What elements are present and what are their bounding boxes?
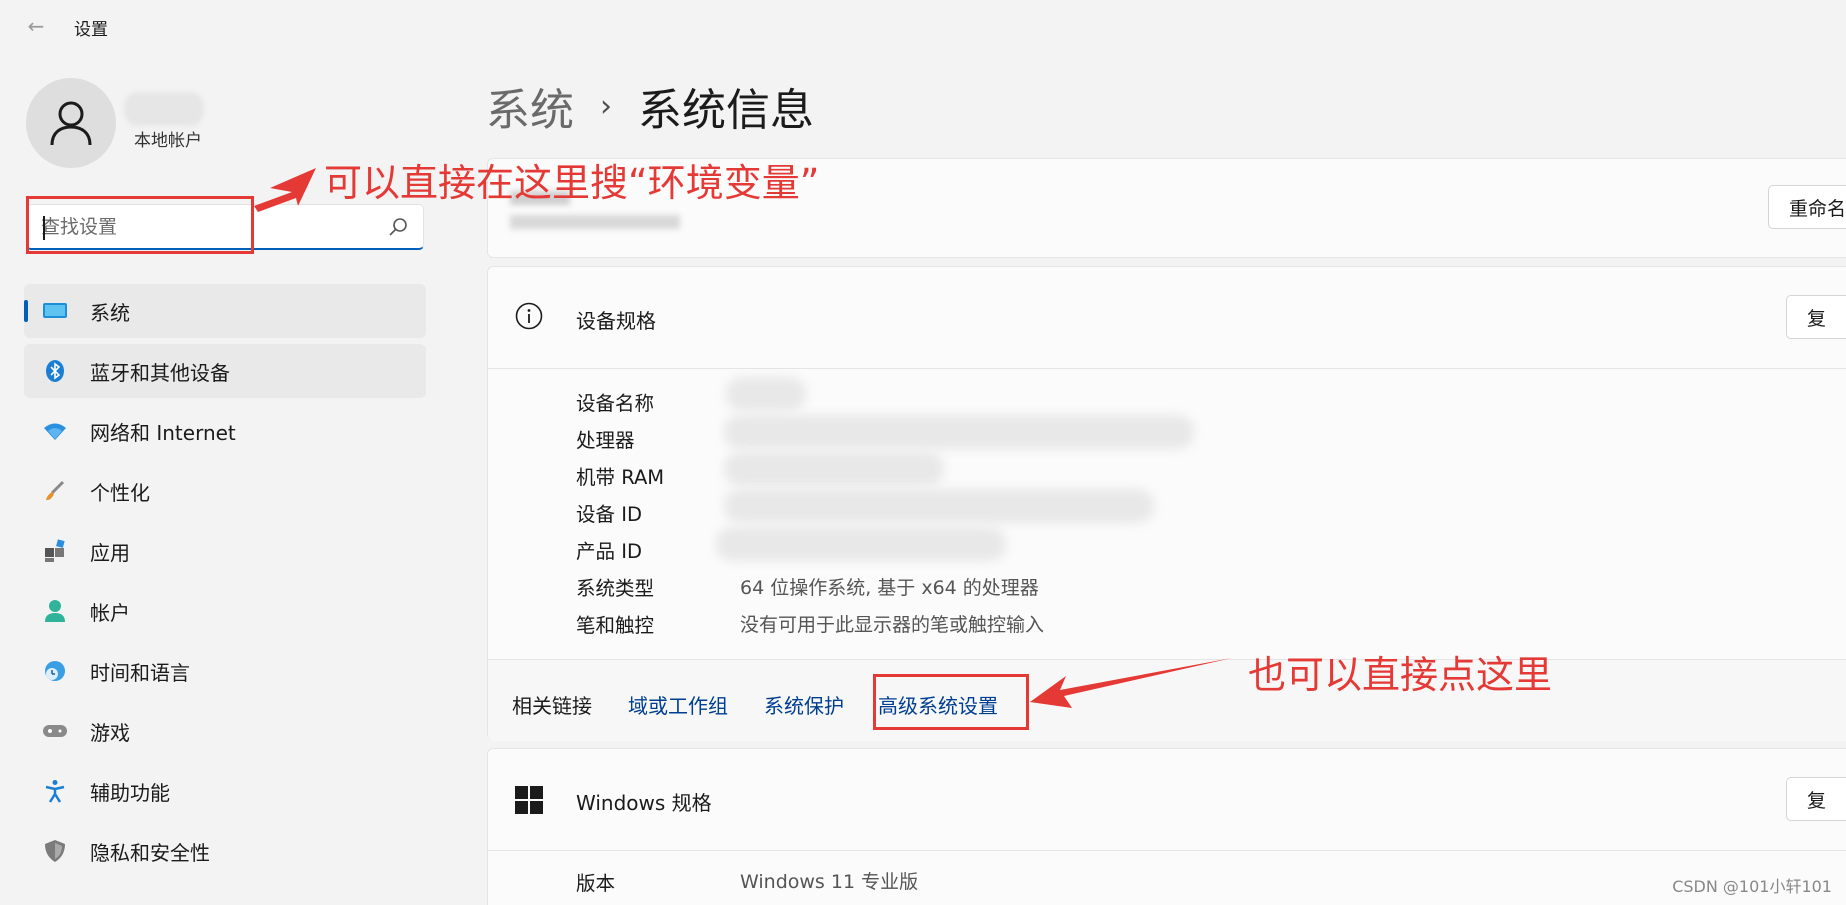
sidebar-item-label: 辅助功能: [90, 780, 170, 805]
spec-value: Windows 11 专业版: [740, 871, 919, 893]
spec-label: 笔和触控: [576, 614, 655, 637]
sidebar-item-accessibility[interactable]: 辅助功能: [24, 764, 426, 818]
spec-row: 机带 RAM: [576, 457, 1044, 494]
person-icon: [42, 599, 68, 623]
account-type: 本地帐户: [134, 131, 202, 151]
spec-value: 没有可用于此显示器的笔或触控输入: [740, 614, 1045, 636]
sidebar-item-system[interactable]: 系统: [24, 284, 426, 338]
windows-spec-header[interactable]: Windows 规格 复: [488, 749, 1846, 851]
title-bar: ← 设置: [0, 0, 1846, 52]
person-avatar-icon: [50, 101, 92, 146]
sidebar-item-personalization[interactable]: 个性化: [24, 464, 426, 518]
sidebar-item-gaming[interactable]: 游戏: [24, 704, 426, 758]
windows-spec-card: Windows 规格 复 版本 Windows 11 专业版: [487, 748, 1846, 905]
spec-label: 产品 ID: [576, 540, 642, 563]
info-icon: [515, 302, 543, 330]
spec-label: 设备名称: [576, 392, 655, 415]
spec-label: 设备 ID: [576, 503, 642, 526]
sidebar-item-label: 应用: [90, 540, 130, 565]
windows-spec-title: Windows 规格: [576, 791, 712, 815]
sidebar-item-label: 网络和 Internet: [90, 420, 236, 445]
spec-row: 版本 Windows 11 专业版: [576, 867, 918, 896]
spec-row: 系统类型 64 位操作系统, 基于 x64 的处理器: [576, 568, 1044, 605]
user-name-redacted: [124, 92, 204, 126]
sidebar-item-time-language[interactable]: 时间和语言: [24, 644, 426, 698]
link-system-protection[interactable]: 系统保护: [764, 690, 844, 719]
monitor-icon: [42, 299, 68, 323]
watermark: CSDN @101小轩101: [1672, 877, 1832, 896]
sidebar-item-label: 时间和语言: [90, 660, 190, 685]
spec-row: 处理器: [576, 420, 1044, 457]
back-button[interactable]: ←: [20, 12, 52, 40]
avatar[interactable]: [26, 78, 116, 168]
spec-row: 设备 ID: [576, 494, 1044, 531]
annotation-box-advanced-link: [873, 674, 1029, 730]
sidebar-item-label: 帐户: [90, 600, 130, 625]
breadcrumb-parent[interactable]: 系统: [486, 74, 574, 138]
link-domain-workgroup[interactable]: 域或工作组: [628, 690, 728, 719]
device-spec-card: 设备规格 复 设备名称 处理器 机带 RAM 设备 ID 产品 ID 系统类型 6…: [487, 266, 1846, 741]
spec-row: 笔和触控 没有可用于此显示器的笔或触控输入: [576, 605, 1044, 642]
copy-button[interactable]: 复: [1786, 295, 1846, 339]
sidebar-item-label: 隐私和安全性: [90, 840, 210, 865]
annotation-link-hint: 也可以直接点这里: [1248, 653, 1553, 697]
bluetooth-icon: [42, 359, 68, 383]
spec-label: 处理器: [576, 429, 635, 452]
annotation-box-search: [26, 196, 254, 254]
gamepad-icon: [42, 719, 68, 743]
app-title: 设置: [74, 20, 108, 40]
related-links-label: 相关链接: [512, 694, 592, 718]
device-spec-title: 设备规格: [576, 309, 656, 333]
globe-clock-icon: [42, 659, 68, 683]
accessibility-icon: [42, 779, 68, 803]
brush-icon: [42, 479, 68, 503]
sidebar-item-label: 系统: [90, 300, 130, 325]
windows-logo-icon: [515, 786, 543, 814]
spec-label: 机带 RAM: [576, 466, 665, 489]
sidebar-nav: 系统 蓝牙和其他设备 网络和 Internet 个性化 应用 帐户 时间和语言 …: [24, 284, 426, 884]
spec-value: 64 位操作系统, 基于 x64 的处理器: [740, 577, 1039, 599]
sidebar-item-apps[interactable]: 应用: [24, 524, 426, 578]
copy-button[interactable]: 复: [1786, 777, 1846, 821]
wifi-icon: [42, 419, 68, 443]
search-icon[interactable]: [387, 216, 409, 238]
spec-row: 设备名称: [576, 383, 1044, 420]
sidebar-item-accounts[interactable]: 帐户: [24, 584, 426, 638]
rename-button[interactable]: 重命名: [1768, 185, 1846, 229]
sidebar-item-network[interactable]: 网络和 Internet: [24, 404, 426, 458]
sidebar-item-label: 游戏: [90, 720, 130, 745]
apps-icon: [42, 539, 68, 563]
page-title: 系统信息: [638, 85, 814, 136]
shield-icon: [42, 839, 68, 863]
device-spec-list: 设备名称 处理器 机带 RAM 设备 ID 产品 ID 系统类型 64 位操作系统…: [576, 383, 1044, 642]
device-spec-header[interactable]: 设备规格 复: [488, 267, 1846, 369]
annotation-search-hint: 可以直接在这里搜“环境变量”: [324, 161, 820, 205]
back-arrow-icon: ←: [27, 14, 45, 38]
spec-label: 系统类型: [576, 577, 655, 600]
breadcrumb: 系统 › 系统信息: [486, 74, 814, 138]
sidebar-item-label: 蓝牙和其他设备: [90, 360, 230, 385]
spec-label: 版本: [576, 872, 616, 895]
breadcrumb-separator: ›: [600, 88, 612, 124]
sidebar-item-bluetooth[interactable]: 蓝牙和其他设备: [24, 344, 426, 398]
related-links-bar: 相关链接 域或工作组 系统保护 高级系统设置: [488, 659, 1846, 741]
sidebar-item-label: 个性化: [90, 480, 150, 505]
spec-row: 产品 ID: [576, 531, 1044, 568]
sidebar-item-privacy[interactable]: 隐私和安全性: [24, 824, 426, 878]
device-model-redacted: [510, 215, 680, 229]
